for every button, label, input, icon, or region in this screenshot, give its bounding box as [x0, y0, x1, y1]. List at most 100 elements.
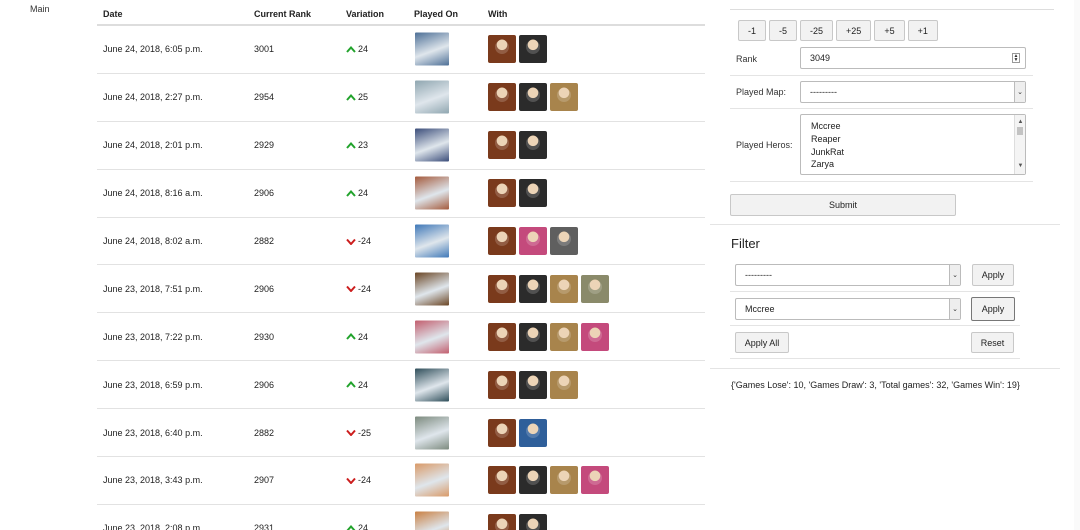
hero-option[interactable]: Zarya [811, 158, 1015, 171]
hero-option[interactable]: Reaper [811, 133, 1015, 146]
roadhog-portrait-icon [550, 227, 578, 255]
reaper-portrait-icon [519, 131, 547, 160]
zarya-portrait-icon [581, 466, 609, 495]
scroll-thumb[interactable] [1017, 127, 1023, 135]
table-row: June 23, 2018, 6:59 p.m. 2906 24 [97, 361, 705, 410]
map-thumbnail [415, 511, 449, 530]
map-thumbnail [415, 224, 449, 258]
table-header: Date Current Rank Variation Played On Wi… [97, 0, 705, 26]
table-row: June 23, 2018, 3:43 p.m. 2907 -24 [97, 457, 705, 505]
reaper-portrait-icon [519, 83, 547, 112]
row-variation: -24 [346, 236, 371, 246]
reaper-portrait-icon [519, 35, 547, 64]
arrow-up-icon [346, 381, 356, 388]
hero-list [488, 131, 547, 160]
reset-button[interactable]: Reset [971, 332, 1014, 353]
zarya-portrait-icon [581, 322, 609, 351]
table-row: June 24, 2018, 2:01 p.m. 2929 23 [97, 122, 705, 170]
rank-adjust-button[interactable]: -1 [738, 20, 767, 41]
map-thumbnail [415, 368, 449, 402]
rank-adjust-button[interactable]: -25 [800, 20, 834, 41]
header-with: With [488, 9, 508, 19]
filter-title: Filter [731, 236, 760, 251]
filter-map-select[interactable]: --------- ⌄ [735, 264, 961, 286]
map-thumbnail [415, 320, 449, 354]
row-variation: -25 [346, 428, 371, 438]
map-thumbnail [415, 176, 449, 210]
divider [730, 181, 1033, 182]
row-date: June 24, 2018, 8:16 a.m. [103, 188, 203, 199]
filter-hero-select[interactable]: Mccree ⌄ [735, 298, 961, 320]
rank-adjust-button[interactable]: -5 [769, 20, 798, 41]
mccree-portrait-icon [488, 418, 516, 447]
apply-hero-filter-button[interactable]: Apply [971, 297, 1015, 321]
row-rank: 2906 [254, 379, 275, 390]
hero-list [488, 370, 578, 399]
chevron-down-icon: ⌄ [949, 299, 960, 319]
variation-value: 24 [358, 523, 369, 530]
row-rank: 2882 [254, 236, 275, 246]
mccree-portrait-icon [488, 466, 516, 495]
hero-option[interactable]: Mccree [811, 120, 1015, 133]
arrow-down-icon [346, 238, 356, 245]
chevron-down-icon: ⌄ [949, 265, 960, 285]
arrow-up-icon [346, 524, 356, 530]
divider [730, 75, 1033, 76]
hero-option[interactable]: JunkRat [811, 146, 1015, 159]
mccree-portrait-icon [488, 274, 516, 303]
arrow-down-icon [346, 429, 356, 437]
row-rank: 2930 [254, 331, 275, 342]
map-thumbnail [415, 416, 449, 450]
hero-list [488, 418, 547, 447]
rank-adjust-button[interactable]: +25 [836, 20, 872, 41]
table-row: June 23, 2018, 7:22 p.m. 2930 24 [97, 313, 705, 362]
rank-spinner[interactable]: ▲ ▼ [1012, 53, 1020, 63]
played-map-label: Played Map: [736, 87, 787, 97]
row-variation: 25 [346, 92, 368, 102]
arrow-up-icon [346, 189, 356, 197]
rank-adjust-button[interactable]: +1 [907, 20, 938, 41]
variation-value: -25 [358, 427, 372, 438]
row-date: June 24, 2018, 8:02 a.m. [103, 236, 203, 246]
row-variation: -24 [346, 284, 371, 294]
apply-map-filter-button[interactable]: Apply [972, 264, 1014, 286]
divider [730, 358, 1020, 359]
played-heroes-select[interactable]: Mccree Reaper JunkRat Zarya ▲ ▼ [800, 114, 1026, 175]
variation-value: 24 [358, 44, 369, 55]
table-row: June 24, 2018, 6:05 p.m. 3001 24 [97, 26, 705, 74]
rank-input[interactable]: 3049 ▲ ▼ [800, 47, 1026, 69]
mccree-portrait-icon [488, 179, 516, 208]
heroes-scrollbar[interactable]: ▲ ▼ [1014, 115, 1025, 174]
mccree-portrait-icon [488, 131, 516, 160]
page-scrollbar[interactable] [1074, 0, 1080, 530]
map-thumbnail [415, 272, 449, 306]
header-current-rank: Current Rank [254, 9, 312, 19]
variation-value: 24 [358, 188, 369, 199]
variation-value: -24 [358, 475, 372, 486]
played-map-select[interactable]: --------- ⌄ [800, 81, 1026, 103]
mccree-portrait-icon [488, 514, 516, 530]
row-date: June 23, 2018, 2:08 p.m. [103, 523, 203, 530]
junkrat-portrait-icon [550, 370, 578, 399]
map-thumbnail [415, 80, 449, 114]
hero-list [488, 35, 547, 64]
row-date: June 23, 2018, 7:22 p.m. [103, 331, 203, 342]
section-divider [710, 368, 1060, 369]
mccree-portrait-icon [488, 227, 516, 255]
apply-all-button[interactable]: Apply All [735, 332, 789, 353]
row-date: June 23, 2018, 7:51 p.m. [103, 283, 203, 294]
panel-top-divider [730, 9, 1054, 10]
row-rank: 2906 [254, 188, 275, 199]
rank-adjust-button[interactable]: +5 [874, 20, 905, 41]
section-divider [710, 224, 1060, 225]
table-row: June 24, 2018, 8:02 a.m. 2882 -24 [97, 218, 705, 266]
row-rank: 2929 [254, 140, 275, 151]
mccree-portrait-icon [488, 83, 516, 112]
variation-value: 24 [358, 379, 369, 390]
nav-main-link[interactable]: Main [30, 4, 50, 14]
match-history-table: Date Current Rank Variation Played On Wi… [97, 0, 705, 530]
arrow-up-icon [346, 45, 356, 53]
scroll-down-icon[interactable]: ▼ [1015, 160, 1026, 173]
submit-button[interactable]: Submit [730, 194, 956, 216]
chevron-down-icon: ⌄ [1014, 82, 1025, 102]
